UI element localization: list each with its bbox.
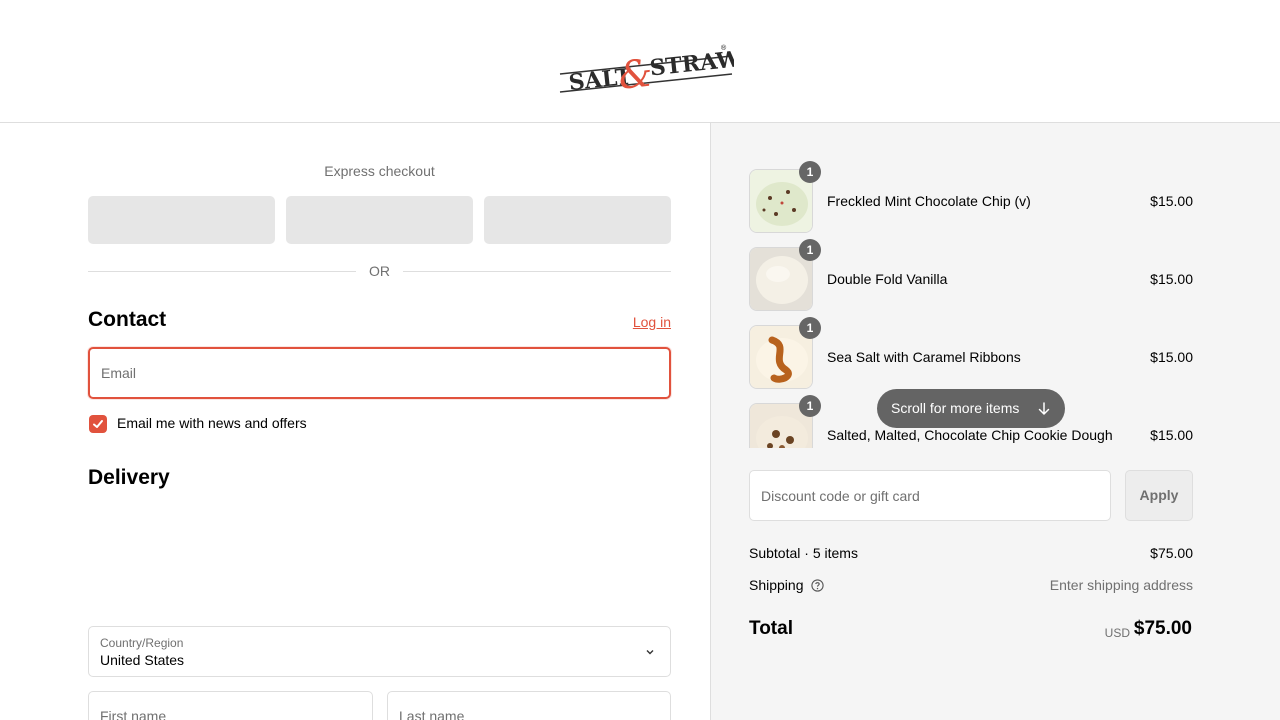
- country-label: Country/Region: [100, 636, 184, 650]
- currency-code: USD: [1104, 626, 1130, 640]
- checkout-form-panel: Express checkout OR Contact Log in Email…: [0, 123, 710, 720]
- shipping-value: Enter shipping address: [1049, 577, 1193, 593]
- first-name-input[interactable]: First name: [88, 691, 373, 720]
- cart-item: 1 Double Fold Vanilla $15.00: [749, 239, 1193, 311]
- subtotal-label: Subtotal · 5 items: [749, 545, 858, 561]
- product-name: Double Fold Vanilla: [827, 271, 948, 287]
- shipping-label: Shipping: [749, 577, 804, 593]
- delivery-title: Delivery: [88, 466, 170, 489]
- login-link[interactable]: Log in: [633, 314, 671, 330]
- shipping-label-wrap: Shipping: [749, 577, 825, 593]
- express-checkout-title: Express checkout: [324, 163, 435, 179]
- country-value: United States: [100, 652, 185, 668]
- country-select[interactable]: Country/Region United States: [88, 626, 671, 677]
- scroll-hint-label: Scroll for more items: [891, 400, 1020, 416]
- cart-item: 1 Freckled Mint Chocolate Chip (v) $15.0…: [749, 161, 1193, 233]
- newsletter-checkbox[interactable]: [89, 415, 107, 433]
- product-price: $15.00: [1150, 427, 1193, 443]
- last-name-placeholder: Last name: [399, 708, 465, 720]
- email-placeholder: Email: [101, 365, 137, 381]
- subtotal-value: $75.00: [1150, 545, 1193, 561]
- discount-code-input[interactable]: Discount code or gift card: [749, 470, 1111, 521]
- logo-registered-mark: ®: [720, 43, 728, 52]
- divider-line-right: [403, 271, 671, 272]
- total-label: Total: [749, 618, 793, 639]
- product-name: Salted, Malted, Chocolate Chip Cookie Do…: [827, 427, 1113, 443]
- product-name: Freckled Mint Chocolate Chip (v): [827, 193, 1031, 209]
- total-value: $75.00: [1133, 618, 1192, 639]
- header: SALT & STRAW ®: [0, 0, 1280, 123]
- first-name-placeholder: First name: [100, 708, 167, 720]
- help-icon[interactable]: [811, 579, 825, 592]
- quantity-badge: 1: [799, 239, 821, 261]
- product-name: Sea Salt with Caramel Ribbons: [827, 349, 1021, 365]
- express-pay-button-1[interactable]: [88, 196, 275, 244]
- product-price: $15.00: [1150, 271, 1193, 287]
- salt-and-straw-logo[interactable]: SALT & STRAW ®: [558, 30, 742, 98]
- last-name-input[interactable]: Last name: [387, 691, 671, 720]
- product-price: $15.00: [1150, 349, 1193, 365]
- quantity-badge: 1: [799, 161, 821, 183]
- product-price: $15.00: [1150, 193, 1193, 209]
- scroll-more-items-button[interactable]: Scroll for more items: [877, 389, 1065, 428]
- quantity-badge: 1: [799, 395, 821, 417]
- or-divider: OR: [88, 263, 671, 281]
- chevron-down-icon: [646, 650, 654, 655]
- discount-placeholder: Discount code or gift card: [761, 488, 920, 504]
- email-input[interactable]: Email: [88, 347, 671, 399]
- quantity-badge: 1: [799, 317, 821, 339]
- cart-item: 1 Sea Salt with Caramel Ribbons $15.00: [749, 317, 1193, 389]
- order-summary-panel: 1 Freckled Mint Chocolate Chip (v) $15.0…: [710, 123, 1280, 720]
- express-pay-button-2[interactable]: [286, 196, 473, 244]
- contact-title: Contact: [88, 308, 167, 331]
- newsletter-label[interactable]: Email me with news and offers: [117, 415, 307, 431]
- checkmark-icon: [93, 420, 103, 428]
- express-pay-button-3[interactable]: [484, 196, 671, 244]
- arrow-down-icon: [1038, 402, 1050, 415]
- apply-discount-button[interactable]: Apply: [1125, 470, 1193, 521]
